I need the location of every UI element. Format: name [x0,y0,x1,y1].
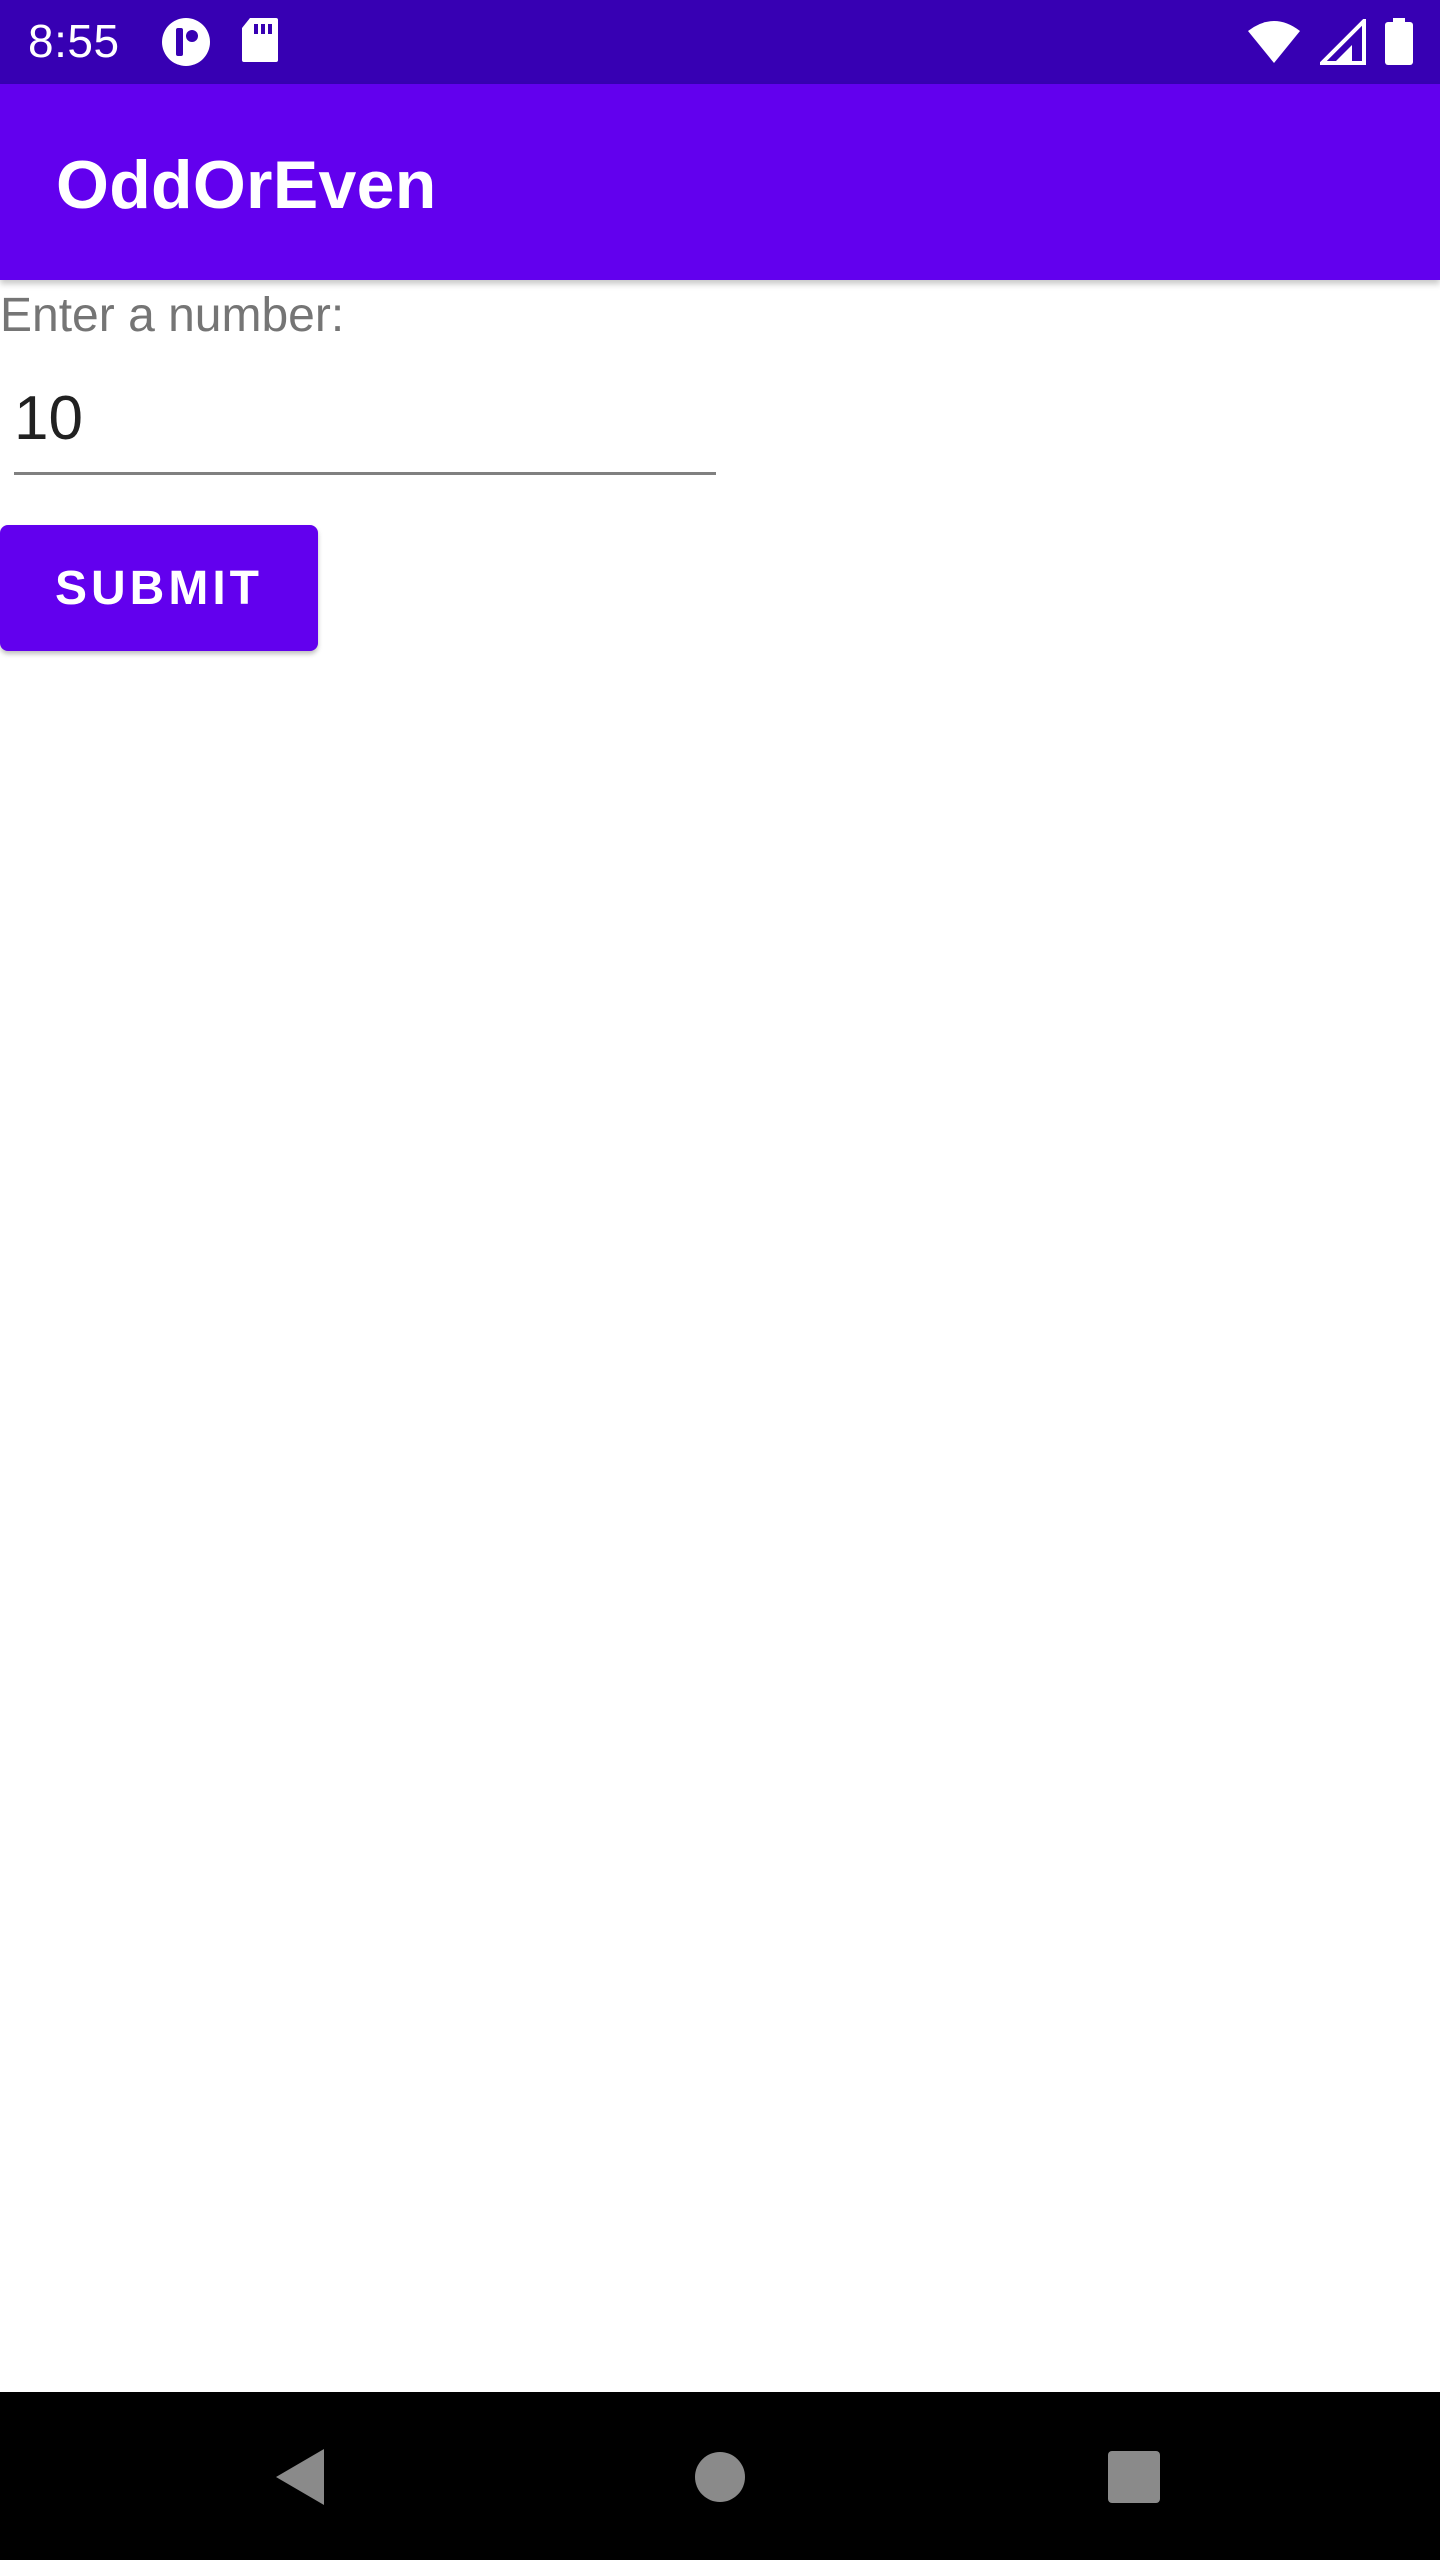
back-icon[interactable] [255,2432,345,2522]
battery-icon [1384,18,1414,71]
number-input[interactable] [14,380,716,456]
wifi-icon [1246,19,1302,70]
input-underline [14,472,716,475]
status-time: 8:55 [28,15,120,67]
sd-card-icon [240,16,280,73]
number-prompt-label: Enter a number: [0,289,345,342]
navigation-bar [0,2392,1440,2560]
app-notification-icon [160,16,212,73]
submit-button[interactable]: SUBMIT [0,525,318,651]
cell-signal-icon [1317,16,1366,70]
recents-icon[interactable] [1089,2432,1179,2522]
status-bar: 8:55 [0,0,1440,84]
app-bar: OddOrEven [0,84,1440,280]
app-title: OddOrEven [56,147,437,223]
home-icon[interactable] [675,2432,765,2522]
